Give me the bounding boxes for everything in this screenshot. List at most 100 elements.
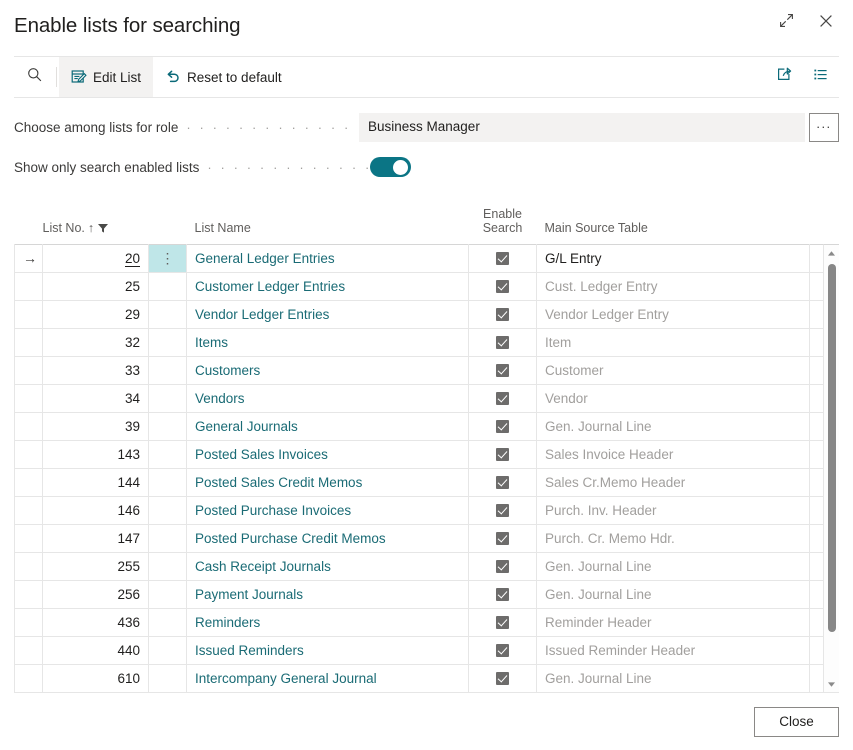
col-list-no[interactable]: List No. ↑ — [43, 200, 149, 244]
show-only-search-enabled-toggle[interactable] — [370, 157, 411, 177]
enable-search-checkbox[interactable] — [496, 364, 509, 377]
expand-button[interactable] — [769, 7, 803, 39]
table-row[interactable]: 436RemindersReminder Header — [15, 608, 826, 636]
row-menu-button[interactable]: ⋮ — [149, 244, 187, 272]
cell-list-no[interactable]: 610 — [43, 664, 149, 692]
cell-enable-search[interactable] — [469, 300, 537, 328]
table-row[interactable]: 39General JournalsGen. Journal Line — [15, 412, 826, 440]
enable-search-checkbox[interactable] — [496, 476, 509, 489]
cell-list-no[interactable]: 143 — [43, 440, 149, 468]
row-menu-button[interactable] — [149, 440, 187, 468]
row-menu-button[interactable] — [149, 580, 187, 608]
cell-list-no[interactable]: 255 — [43, 552, 149, 580]
cell-enable-search[interactable] — [469, 496, 537, 524]
cell-list-name[interactable]: Payment Journals — [187, 580, 469, 608]
enable-search-checkbox[interactable] — [496, 392, 509, 405]
col-list-name[interactable]: List Name — [187, 200, 469, 244]
cell-list-no[interactable]: 25 — [43, 272, 149, 300]
cell-enable-search[interactable] — [469, 524, 537, 552]
enable-search-checkbox[interactable] — [496, 420, 509, 433]
row-menu-button[interactable] — [149, 328, 187, 356]
cell-list-no[interactable]: 32 — [43, 328, 149, 356]
cell-list-name[interactable]: Issued Reminders — [187, 636, 469, 664]
scroll-down-button[interactable] — [824, 676, 839, 692]
table-row[interactable]: →20⋮General Ledger EntriesG/L Entry — [15, 244, 826, 272]
cell-enable-search[interactable] — [469, 328, 537, 356]
cell-list-name[interactable]: General Journals — [187, 412, 469, 440]
enable-search-checkbox[interactable] — [496, 588, 509, 601]
cell-list-name[interactable]: Reminders — [187, 608, 469, 636]
cell-list-no[interactable]: 144 — [43, 468, 149, 496]
table-row[interactable]: 146Posted Purchase InvoicesPurch. Inv. H… — [15, 496, 826, 524]
cell-enable-search[interactable] — [469, 384, 537, 412]
cell-list-name[interactable]: Items — [187, 328, 469, 356]
cell-list-name[interactable]: Customer Ledger Entries — [187, 272, 469, 300]
cell-list-name[interactable]: Posted Purchase Invoices — [187, 496, 469, 524]
row-menu-button[interactable] — [149, 468, 187, 496]
cell-list-no[interactable]: 34 — [43, 384, 149, 412]
table-row[interactable]: 144Posted Sales Credit MemosSales Cr.Mem… — [15, 468, 826, 496]
cell-enable-search[interactable] — [469, 272, 537, 300]
row-menu-button[interactable] — [149, 664, 187, 692]
table-row[interactable]: 255Cash Receipt JournalsGen. Journal Lin… — [15, 552, 826, 580]
enable-search-checkbox[interactable] — [496, 616, 509, 629]
cell-list-no[interactable]: 440 — [43, 636, 149, 664]
row-menu-button[interactable] — [149, 300, 187, 328]
cell-enable-search[interactable] — [469, 468, 537, 496]
table-row[interactable]: 25Customer Ledger EntriesCust. Ledger En… — [15, 272, 826, 300]
scroll-up-button[interactable] — [824, 245, 839, 261]
enable-search-checkbox[interactable] — [496, 672, 509, 685]
cell-list-name[interactable]: Intercompany General Journal — [187, 664, 469, 692]
col-enable-search[interactable]: Enable Search — [469, 200, 537, 244]
row-menu-button[interactable] — [149, 608, 187, 636]
cell-enable-search[interactable] — [469, 552, 537, 580]
cell-enable-search[interactable] — [469, 440, 537, 468]
row-menu-button[interactable] — [149, 356, 187, 384]
cell-list-name[interactable]: Posted Sales Invoices — [187, 440, 469, 468]
enable-search-checkbox[interactable] — [496, 336, 509, 349]
table-row[interactable]: 610Intercompany General JournalGen. Jour… — [15, 664, 826, 692]
cell-enable-search[interactable] — [469, 244, 537, 272]
enable-search-checkbox[interactable] — [496, 504, 509, 517]
cell-list-no[interactable]: 147 — [43, 524, 149, 552]
cell-list-name[interactable]: General Ledger Entries — [187, 244, 469, 272]
cell-list-name[interactable]: Customers — [187, 356, 469, 384]
row-menu-button[interactable] — [149, 524, 187, 552]
vertical-scrollbar[interactable] — [823, 244, 839, 693]
col-main-source-table[interactable]: Main Source Table — [537, 200, 810, 244]
cell-list-no[interactable]: 29 — [43, 300, 149, 328]
table-row[interactable]: 32ItemsItem — [15, 328, 826, 356]
cell-list-no[interactable]: 436 — [43, 608, 149, 636]
cell-list-name[interactable]: Vendor Ledger Entries — [187, 300, 469, 328]
share-button[interactable] — [767, 57, 801, 97]
row-menu-button[interactable] — [149, 552, 187, 580]
enable-search-checkbox[interactable] — [496, 252, 509, 265]
close-window-button[interactable] — [809, 7, 843, 39]
edit-list-button[interactable]: Edit List — [59, 57, 153, 97]
list-view-button[interactable] — [803, 57, 837, 97]
cell-list-name[interactable]: Posted Sales Credit Memos — [187, 468, 469, 496]
cell-enable-search[interactable] — [469, 636, 537, 664]
row-menu-button[interactable] — [149, 272, 187, 300]
table-row[interactable]: 143Posted Sales InvoicesSales Invoice He… — [15, 440, 826, 468]
row-menu-button[interactable] — [149, 384, 187, 412]
cell-list-no[interactable]: 146 — [43, 496, 149, 524]
filter-icon[interactable] — [97, 222, 109, 234]
cell-list-no[interactable]: 20 — [43, 244, 149, 272]
cell-list-no[interactable]: 39 — [43, 412, 149, 440]
role-lookup-button[interactable]: ... — [809, 113, 839, 142]
cell-enable-search[interactable] — [469, 412, 537, 440]
table-row[interactable]: 33CustomersCustomer — [15, 356, 826, 384]
table-row[interactable]: 147Posted Purchase Credit MemosPurch. Cr… — [15, 524, 826, 552]
cell-list-name[interactable]: Cash Receipt Journals — [187, 552, 469, 580]
reset-to-default-button[interactable]: Reset to default — [153, 57, 294, 97]
table-row[interactable]: 29Vendor Ledger EntriesVendor Ledger Ent… — [15, 300, 826, 328]
cell-enable-search[interactable] — [469, 664, 537, 692]
enable-search-checkbox[interactable] — [496, 308, 509, 321]
enable-search-checkbox[interactable] — [496, 280, 509, 293]
table-row[interactable]: 256Payment JournalsGen. Journal Line — [15, 580, 826, 608]
enable-search-checkbox[interactable] — [496, 560, 509, 573]
table-row[interactable]: 34VendorsVendor — [15, 384, 826, 412]
enable-search-checkbox[interactable] — [496, 532, 509, 545]
search-button[interactable] — [14, 57, 54, 97]
